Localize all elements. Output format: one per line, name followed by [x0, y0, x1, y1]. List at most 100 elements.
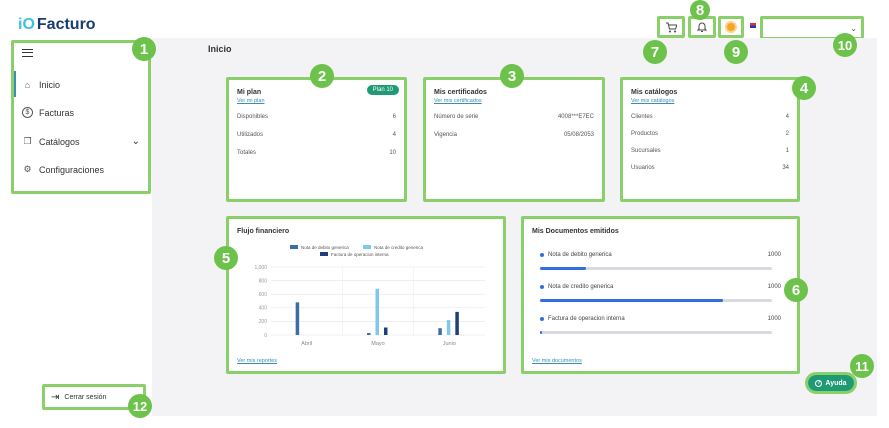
catalog-icon: ❐: [23, 136, 32, 146]
legend-label: Nota de credito generica: [374, 245, 424, 250]
legend-swatch: [290, 245, 298, 249]
branch-selector-button[interactable]: [718, 16, 744, 38]
documento-progress-fill: [540, 267, 587, 270]
flujo-title: Flujo financiero: [237, 228, 290, 235]
chart-bar: [446, 320, 451, 335]
plan-row: Totales 10: [237, 150, 396, 156]
sidebar-item-label: Catálogos: [39, 136, 80, 147]
certificados-row: Vigencia 05/08/2053: [434, 132, 594, 138]
callout-badge: 2: [310, 64, 334, 88]
chart-bar: [375, 288, 379, 335]
x-tick-label: Junio: [443, 341, 456, 347]
certificados-card: Mis certificados Ver mis certificados Nú…: [423, 77, 605, 202]
row-label: Totales: [237, 150, 257, 156]
sidebar-item-inicio[interactable]: ⌂ Inicio: [22, 79, 60, 90]
bullet-dot: [540, 253, 544, 257]
bullet-dot: [540, 317, 544, 321]
documento-progress-track: [540, 299, 772, 302]
documento-progress-track: [540, 331, 772, 334]
plan-badge: Plan 10: [366, 85, 399, 95]
certificados-link[interactable]: Ver mis certificados: [434, 98, 594, 104]
documentos-card: Mis Documentos emitidos Nota de debito g…: [521, 216, 800, 374]
documento-label: Nota de credito generica: [540, 284, 613, 290]
row-value: 1: [785, 148, 789, 154]
page-title: Inicio: [208, 44, 232, 54]
row-label: Disponibles: [237, 114, 269, 120]
dollar-icon: $: [22, 107, 33, 118]
flujo-card: Flujo financiero Nota de debito generica…: [226, 216, 506, 374]
cart-button[interactable]: [657, 16, 685, 38]
documento-value: 1000: [767, 252, 781, 258]
row-label: Utilizados: [237, 132, 264, 138]
row-value: 4: [392, 132, 396, 138]
plan-card: Mi plan Ver mi plan Plan 10 Disponibles 6…: [226, 77, 407, 202]
logo-text: Facturo: [36, 16, 96, 33]
hamburger-icon[interactable]: [22, 49, 33, 57]
sidebar-item-label: Configuraciones: [39, 164, 105, 175]
row-value: 6: [392, 114, 396, 120]
callout-badge: 5: [214, 246, 238, 270]
flag-icon: [750, 23, 756, 28]
documento-value: 1000: [767, 316, 781, 322]
legend-swatch: [320, 252, 328, 256]
app-logo: iO Facturo: [18, 16, 96, 34]
help-button[interactable]: ? Ayuda: [808, 375, 854, 391]
help-icon: ?: [815, 379, 823, 387]
row-label: Número de serie: [434, 114, 479, 120]
documento-label: Nota de debito generica: [540, 252, 612, 258]
callout-badge: 11: [850, 354, 874, 378]
sidebar-item-catalogos[interactable]: ❐ Catálogos ⌄: [22, 136, 140, 147]
x-tick-label: Mayo: [371, 341, 384, 347]
documento-progress-track: [540, 267, 772, 270]
documento-progress-fill: [540, 299, 724, 302]
row-label: Usuarios: [631, 165, 655, 171]
y-tick-label: 400: [259, 306, 268, 312]
row-value: 2: [785, 131, 789, 137]
documento-name: Factura de operacion interna: [548, 316, 625, 322]
y-tick-label: 600: [259, 292, 268, 298]
row-label: Productos: [631, 131, 659, 137]
plan-row: Utilizados 4: [237, 132, 396, 138]
flujo-chart: Nota de debito generica Nota de credito g…: [254, 245, 485, 347]
documento-name: Nota de debito generica: [548, 252, 612, 258]
sidebar-item-facturas[interactable]: $ Facturas: [22, 107, 74, 118]
legend-swatch: [363, 245, 371, 249]
callout-badge: 7: [643, 40, 667, 64]
row-label: Vigencia: [434, 132, 457, 138]
logo-mark: iO: [18, 16, 35, 33]
documento-progress-fill: [540, 331, 543, 334]
certificados-row: Número de serie 4008***E7EC: [434, 114, 594, 120]
callout-badge: 4: [792, 76, 816, 100]
callout-badge: 12: [128, 394, 152, 418]
sidebar-item-configuraciones[interactable]: ⚙ Configuraciones: [22, 164, 104, 175]
bell-icon: [697, 22, 707, 32]
row-value: 05/08/2053: [563, 132, 594, 138]
chart-bar: [455, 311, 459, 335]
row-value: 10: [389, 150, 396, 156]
y-tick-label: 1,000: [254, 265, 267, 271]
chart-bar: [367, 332, 371, 335]
certificados-title: Mis certificados: [434, 89, 487, 96]
documento-label: Factura de operacion interna: [540, 316, 625, 322]
legend-label: Nota de debito generica: [301, 245, 349, 250]
legend-label: Factura de operacion interna: [331, 252, 389, 257]
y-tick-label: 200: [259, 319, 268, 325]
flujo-link[interactable]: Ver mis reportes: [237, 358, 277, 364]
sun-icon: [727, 23, 735, 31]
sidebar-active-indicator: [14, 71, 16, 97]
y-tick-label: 0: [264, 333, 267, 339]
sidebar-item-label: Inicio: [39, 79, 61, 90]
documentos-link[interactable]: Ver mis documentos: [532, 358, 582, 364]
x-tick-label: Abril: [301, 341, 312, 347]
logout-icon: ⇥: [51, 391, 60, 403]
help-label: Ayuda: [825, 379, 847, 387]
plan-link[interactable]: Ver mi plan: [237, 98, 396, 104]
row-label: Sucursales: [631, 148, 661, 154]
documento-name: Nota de credito generica: [548, 284, 614, 290]
catalogos-row: Clientes 4: [631, 114, 789, 120]
callout-badge: 9: [724, 40, 748, 64]
cart-icon: [666, 22, 677, 32]
catalogos-title: Mis catálogos: [631, 89, 678, 96]
catalogos-row: Productos 2: [631, 131, 789, 137]
catalogos-link[interactable]: Ver mis catálogos: [631, 98, 789, 104]
